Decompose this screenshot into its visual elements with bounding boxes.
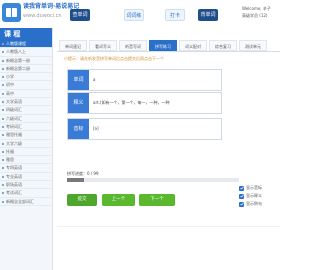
word-label: 单词 bbox=[68, 70, 89, 90]
tab-2[interactable]: 听音写词 bbox=[119, 40, 147, 51]
tab-0[interactable]: 单词速记 bbox=[59, 40, 87, 51]
phonetic-field: 音标 [ə] bbox=[67, 118, 222, 140]
nav-button-3[interactable]: 背单词 bbox=[198, 9, 218, 21]
prev-button[interactable]: 上一个 bbox=[102, 194, 135, 206]
nav-button-2[interactable]: 打卡 bbox=[165, 9, 185, 21]
logo-icon[interactable] bbox=[2, 3, 21, 22]
sidebar-item[interactable]: 新概念第二册 bbox=[0, 65, 52, 74]
nav-button-1[interactable]: 词词练 bbox=[124, 9, 144, 21]
sidebar-item[interactable]: 职场英语 bbox=[0, 181, 52, 190]
submit-button[interactable]: 提交 bbox=[67, 194, 97, 206]
sidebar: 课 程 人教版课程 人教版八上 新概念第一册 新概念第二册 小学 初中 高中 大… bbox=[0, 28, 53, 270]
checkbox-icon[interactable] bbox=[239, 201, 244, 207]
sidebar-title: 课 程 bbox=[0, 28, 52, 40]
book-icon bbox=[6, 8, 17, 17]
sidebar-item[interactable]: 人教版课程 bbox=[0, 40, 52, 49]
checkbox-icon[interactable] bbox=[239, 193, 244, 199]
sidebar-item[interactable]: 考试词汇 bbox=[0, 189, 52, 198]
sidebar-item[interactable]: 高中 bbox=[0, 90, 52, 99]
progress-label: 拼写进度：0 / 99 bbox=[67, 171, 99, 176]
sidebar-item[interactable]: 专四英语 bbox=[0, 164, 52, 173]
meaning-label: 释义 bbox=[68, 93, 89, 113]
tab-bar: 单词速记 看词写义 听音写词 拼写练习 词义配对 综合复习 测试单元 bbox=[57, 38, 280, 52]
next-button[interactable]: 下一个 bbox=[139, 194, 175, 206]
checkbox-label: 显示释义 bbox=[246, 193, 262, 198]
checkbox-label: 显示音标 bbox=[246, 185, 262, 190]
progress-fill bbox=[67, 178, 85, 182]
header: 读我背单词·易说易记 www.duwoci.cn 查单词 词词练 打卡 背单词 … bbox=[0, 0, 280, 28]
tab-1[interactable]: 看词写义 bbox=[89, 40, 117, 51]
sidebar-item[interactable]: 新概念全部词汇 bbox=[0, 198, 52, 206]
options-panel: 显示音标 显示释义 显示例句 bbox=[239, 184, 262, 208]
divider bbox=[57, 226, 280, 227]
welcome-text: Welcome, 辛子 bbox=[242, 6, 271, 11]
nav-button-0[interactable]: 查单词 bbox=[70, 9, 90, 21]
checkbox-label: 显示例句 bbox=[246, 201, 262, 206]
sidebar-item[interactable]: 托福 bbox=[0, 148, 52, 157]
sidebar-item[interactable]: 初中 bbox=[0, 81, 52, 90]
sidebar-item[interactable]: 小学 bbox=[0, 73, 52, 82]
phonetic-value: [ə] bbox=[93, 126, 99, 131]
word-value: a bbox=[93, 77, 96, 82]
sidebar-item[interactable]: 雅思 bbox=[0, 156, 52, 165]
tab-3-active[interactable]: 拼写练习 bbox=[149, 40, 177, 51]
hint-text: 小提示：请先听发音拼写单词后点击提交后再点击下一个 bbox=[64, 56, 164, 61]
meaning-value: art.(如有一个，第一个，每一，一种，一种 bbox=[93, 100, 170, 105]
checkbox-row[interactable]: 显示例句 bbox=[239, 200, 262, 208]
checkbox-icon[interactable] bbox=[239, 185, 244, 191]
sidebar-item[interactable]: 专业英语 bbox=[0, 173, 52, 182]
sidebar-item[interactable]: 大学英语 bbox=[0, 98, 52, 107]
sidebar-item[interactable]: 雅思托福 bbox=[0, 131, 52, 140]
sidebar-item[interactable]: 人教版八上 bbox=[0, 48, 52, 57]
meaning-field: 释义 art.(如有一个，第一个，每一，一种，一种 bbox=[67, 92, 222, 114]
phonetic-label: 音标 bbox=[68, 119, 89, 139]
sidebar-item[interactable]: 大学六级 bbox=[0, 140, 52, 148]
sidebar-item[interactable]: 六级词汇 bbox=[0, 115, 52, 123]
tab-6[interactable]: 测试单元 bbox=[239, 40, 267, 51]
checkbox-row[interactable]: 显示音标 bbox=[239, 184, 262, 192]
checkbox-row[interactable]: 显示释义 bbox=[239, 192, 262, 200]
sidebar-item[interactable]: 四级词汇 bbox=[0, 106, 52, 115]
sidebar-item[interactable]: 新概念第一册 bbox=[0, 57, 52, 65]
tab-5[interactable]: 综合复习 bbox=[209, 40, 237, 51]
progress-bar bbox=[67, 178, 239, 182]
word-field: 单词 a bbox=[67, 69, 222, 91]
brand-url: www.duwoci.cn bbox=[23, 13, 62, 19]
tab-4[interactable]: 词义配对 bbox=[179, 40, 207, 51]
sidebar-item[interactable]: 考研词汇 bbox=[0, 123, 52, 132]
user-level[interactable]: 高级学员 (12) bbox=[242, 13, 267, 19]
